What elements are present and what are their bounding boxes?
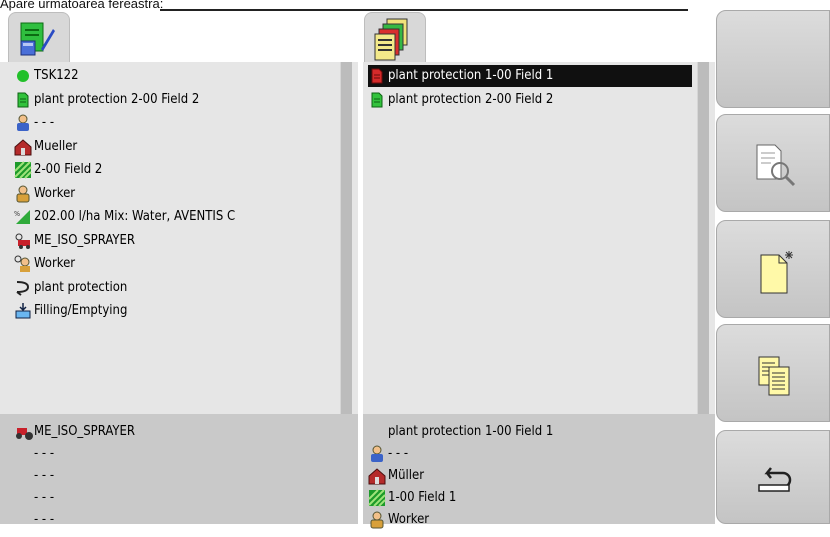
green-document-icon <box>14 91 32 109</box>
customer-icon <box>368 445 386 463</box>
task-list-item-label: plant protection 1-00 Field 1 <box>388 68 554 83</box>
tractor-icon <box>14 423 33 441</box>
right-lower-row: Worker <box>368 509 429 531</box>
farm-icon <box>368 467 386 485</box>
right-lower-row: 1-00 Field 1 <box>368 487 456 509</box>
red-document-icon <box>368 67 386 85</box>
document-magnifier-icon <box>756 144 796 187</box>
task-detail-label: Worker <box>34 185 76 201</box>
task-documents-icon <box>374 18 408 61</box>
field-icon <box>368 489 386 507</box>
customer-icon <box>14 114 32 132</box>
task-detail-row[interactable]: TSK122 <box>14 65 79 87</box>
left-lower-label: - - - <box>34 512 55 527</box>
task-list-tab[interactable] <box>364 12 426 64</box>
task-detail-label: plant protection <box>34 279 128 295</box>
task-detail-label: Filling/Emptying <box>34 303 128 318</box>
empty-softkey[interactable] <box>716 10 830 108</box>
right-lower-label: Worker <box>388 512 430 527</box>
worker-icon <box>368 511 386 529</box>
left-lower-label: - - - <box>34 490 55 505</box>
copy-task-softkey[interactable] <box>716 324 830 422</box>
task-detail-label: 2-00 Field 2 <box>34 162 103 177</box>
task-detail-row[interactable]: - - - <box>14 112 54 134</box>
worker-icon <box>14 185 32 203</box>
field-icon <box>14 161 32 179</box>
left-lower-label: - - - <box>34 446 55 461</box>
green-document-icon <box>368 91 386 109</box>
task-detail-label: ME_ISO_SPRAYER <box>34 232 135 248</box>
farm-icon <box>14 138 32 156</box>
right-lower-label: plant protection 1-00 Field 1 <box>388 424 554 439</box>
task-detail-label: Worker <box>34 256 76 271</box>
left-lower-row: ME_ISO_SPRAYER <box>14 421 135 443</box>
task-detail-row[interactable]: Worker <box>14 253 75 275</box>
green-dot-icon <box>14 67 32 85</box>
task-detail-label: TSK122 <box>34 68 79 83</box>
task-detail-label: - - - <box>34 115 55 130</box>
task-detail-row[interactable]: plant protection <box>14 277 127 299</box>
right-lower-row: Müller <box>368 465 424 487</box>
task-detail-row[interactable]: ME_ISO_SPRAYER <box>14 230 135 252</box>
left-lower-label: - - - <box>34 468 55 483</box>
right-lower-row: plant protection 1-00 Field 1 <box>368 421 553 443</box>
operator-icon <box>14 255 32 273</box>
task-list-item-label: plant protection 2-00 Field 2 <box>388 91 554 107</box>
pane-divider <box>358 62 363 524</box>
caption-text: Apare următoarea fereastră: <box>0 0 164 11</box>
left-lower-row: - - - <box>14 465 54 487</box>
task-detail-row[interactable]: Filling/Emptying <box>14 300 127 322</box>
product-icon: % <box>14 208 32 226</box>
right-lower-label: Müller <box>388 468 425 483</box>
caption-underline <box>160 9 688 11</box>
filling-icon <box>14 302 32 320</box>
task-detail-row[interactable]: 2-00 Field 2 <box>14 159 102 181</box>
header-gap <box>688 8 715 11</box>
left-scrollbar[interactable] <box>340 62 352 414</box>
new-document-icon <box>760 251 793 294</box>
task-detail-label: Mueller <box>34 138 78 154</box>
task-list-item-row[interactable]: plant protection 1-00 Field 1 <box>368 65 692 87</box>
new-task-softkey[interactable] <box>716 220 830 318</box>
left-lower-row: - - - <box>14 443 54 465</box>
task-list-pane <box>363 62 715 414</box>
task-detail-row[interactable]: Worker <box>14 183 75 205</box>
task-data-tab[interactable] <box>8 12 70 64</box>
left-lower-row: - - - <box>14 487 54 509</box>
svg-text:%: % <box>14 210 20 218</box>
task-detail-label: 202.00 l/ha Mix: Water, AVENTIS C <box>34 209 236 224</box>
copy-documents-icon <box>758 356 790 396</box>
right-lower-label: - - - <box>388 446 409 461</box>
task-detail-label: plant protection 2-00 Field 2 <box>34 91 200 107</box>
machine-icon <box>14 232 32 250</box>
operation-icon <box>14 279 32 297</box>
task-list-item-row[interactable]: plant protection 2-00 Field 2 <box>368 89 692 111</box>
right-lower-label: 1-00 Field 1 <box>388 490 457 505</box>
task-detail-row[interactable]: Mueller <box>14 136 77 158</box>
preview-softkey[interactable] <box>716 114 830 212</box>
task-detail-row[interactable]: % 202.00 l/ha Mix: Water, AVENTIS C <box>14 206 235 228</box>
right-lower-row: - - - <box>368 443 408 465</box>
back-softkey[interactable] <box>716 430 830 524</box>
return-arrow-icon <box>758 467 792 492</box>
left-lower-label: ME_ISO_SPRAYER <box>34 424 135 439</box>
task-detail-row[interactable]: plant protection 2-00 Field 2 <box>14 89 199 111</box>
right-scrollbar[interactable] <box>697 62 709 414</box>
left-lower-row: - - - <box>14 509 54 531</box>
task-sheet-icon <box>20 22 55 56</box>
